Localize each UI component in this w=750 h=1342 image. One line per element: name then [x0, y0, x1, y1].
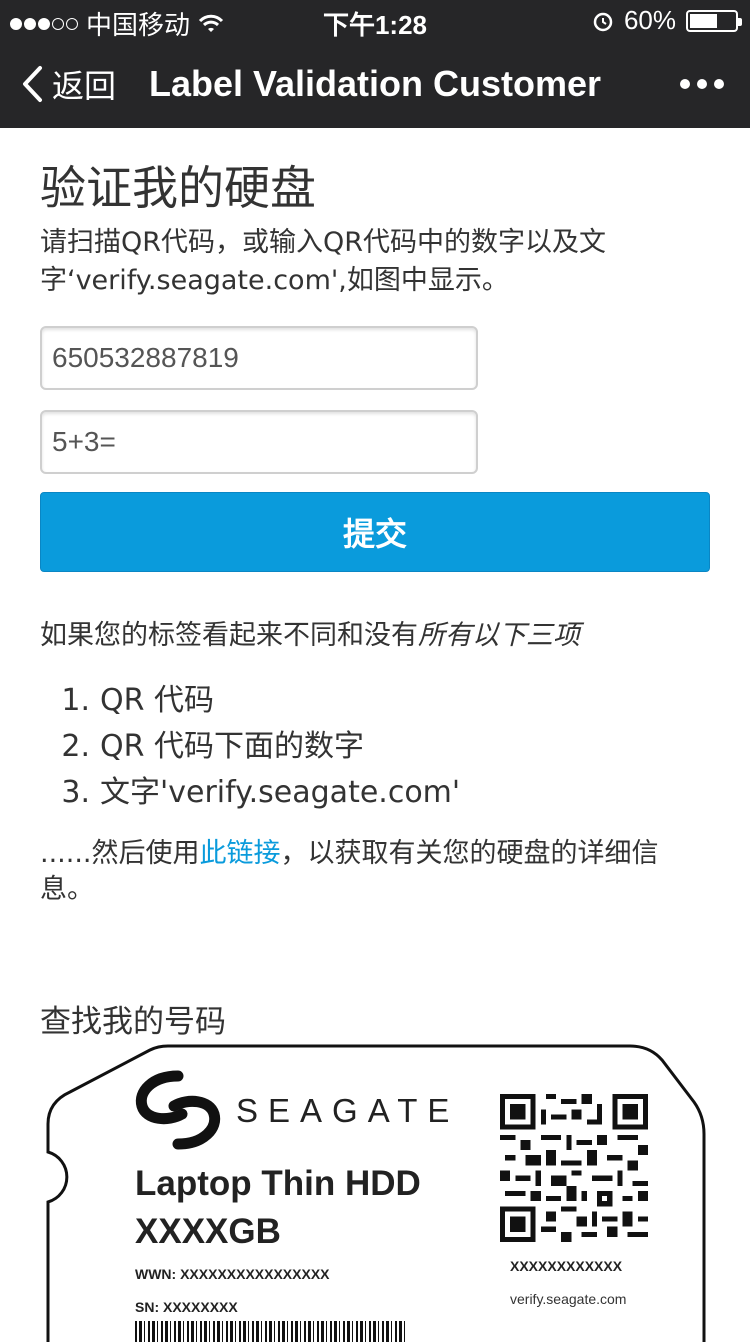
- drive-label-image: SEAGATE Laptop Thin HDD XXXXGB WWN: XXXX…: [40, 1042, 710, 1342]
- more-icon[interactable]: [680, 40, 724, 128]
- brand-name: SEAGATE: [236, 1092, 460, 1129]
- list-item: 2. QR 代码下面的数字: [61, 729, 364, 764]
- battery-percent: 60%: [623, 5, 676, 35]
- status-right: 60%: [592, 5, 742, 36]
- instructions: 请扫描QR代码，或输入QR代码中的数字以及文字‘verify.seagate.c…: [40, 227, 607, 296]
- list-item: 3. 文字'verify.seagate.com': [61, 775, 461, 810]
- notice-italic: 所有以下三项: [418, 620, 580, 651]
- page-title: 验证我的硬盘: [40, 161, 316, 215]
- notice-prefix: 如果您的标签看起来不同和没有: [40, 620, 418, 651]
- seagate-logo: [135, 1070, 221, 1150]
- product-line1: Laptop Thin HDD: [135, 1164, 421, 1203]
- qr-code: [500, 1094, 648, 1242]
- details-link[interactable]: 此链接: [200, 838, 281, 869]
- barcode: [135, 1321, 405, 1342]
- product-line2: XXXXGB: [135, 1212, 281, 1251]
- alarm-icon: [593, 12, 613, 31]
- serial-number-input[interactable]: [40, 326, 478, 390]
- qr-url: verify.seagate.com: [510, 1291, 627, 1307]
- list-item: 1. QR 代码: [61, 683, 214, 718]
- captcha-input[interactable]: [40, 410, 478, 474]
- nav-bar: 返回 Label Validation Customer: [0, 40, 750, 128]
- status-bar: 中国移动 下午1:28 60%: [0, 0, 750, 40]
- wwn-text: WWN: XXXXXXXXXXXXXXXX: [135, 1266, 330, 1282]
- find-number-heading: 查找我的号码: [40, 1004, 226, 1040]
- notice-text: 如果您的标签看起来不同和没有所有以下三项: [40, 618, 710, 654]
- footer-text: ......然后使用此链接，以获取有关您的硬盘的详细信息。: [40, 838, 659, 905]
- main-content: 验证我的硬盘 请扫描QR代码，或输入QR代码中的数字以及文字‘verify.se…: [40, 128, 710, 1041]
- requirements-list: 1. QR 代码 2. QR 代码下面的数字 3. 文字'verify.seagate…: [40, 678, 710, 816]
- nav-title: Label Validation Customer: [148, 63, 602, 104]
- submit-button[interactable]: 提交: [40, 492, 710, 572]
- battery-icon: [686, 9, 742, 32]
- sn-text: SN: XXXXXXXX: [135, 1299, 238, 1315]
- qr-number: XXXXXXXXXXXX: [510, 1258, 623, 1274]
